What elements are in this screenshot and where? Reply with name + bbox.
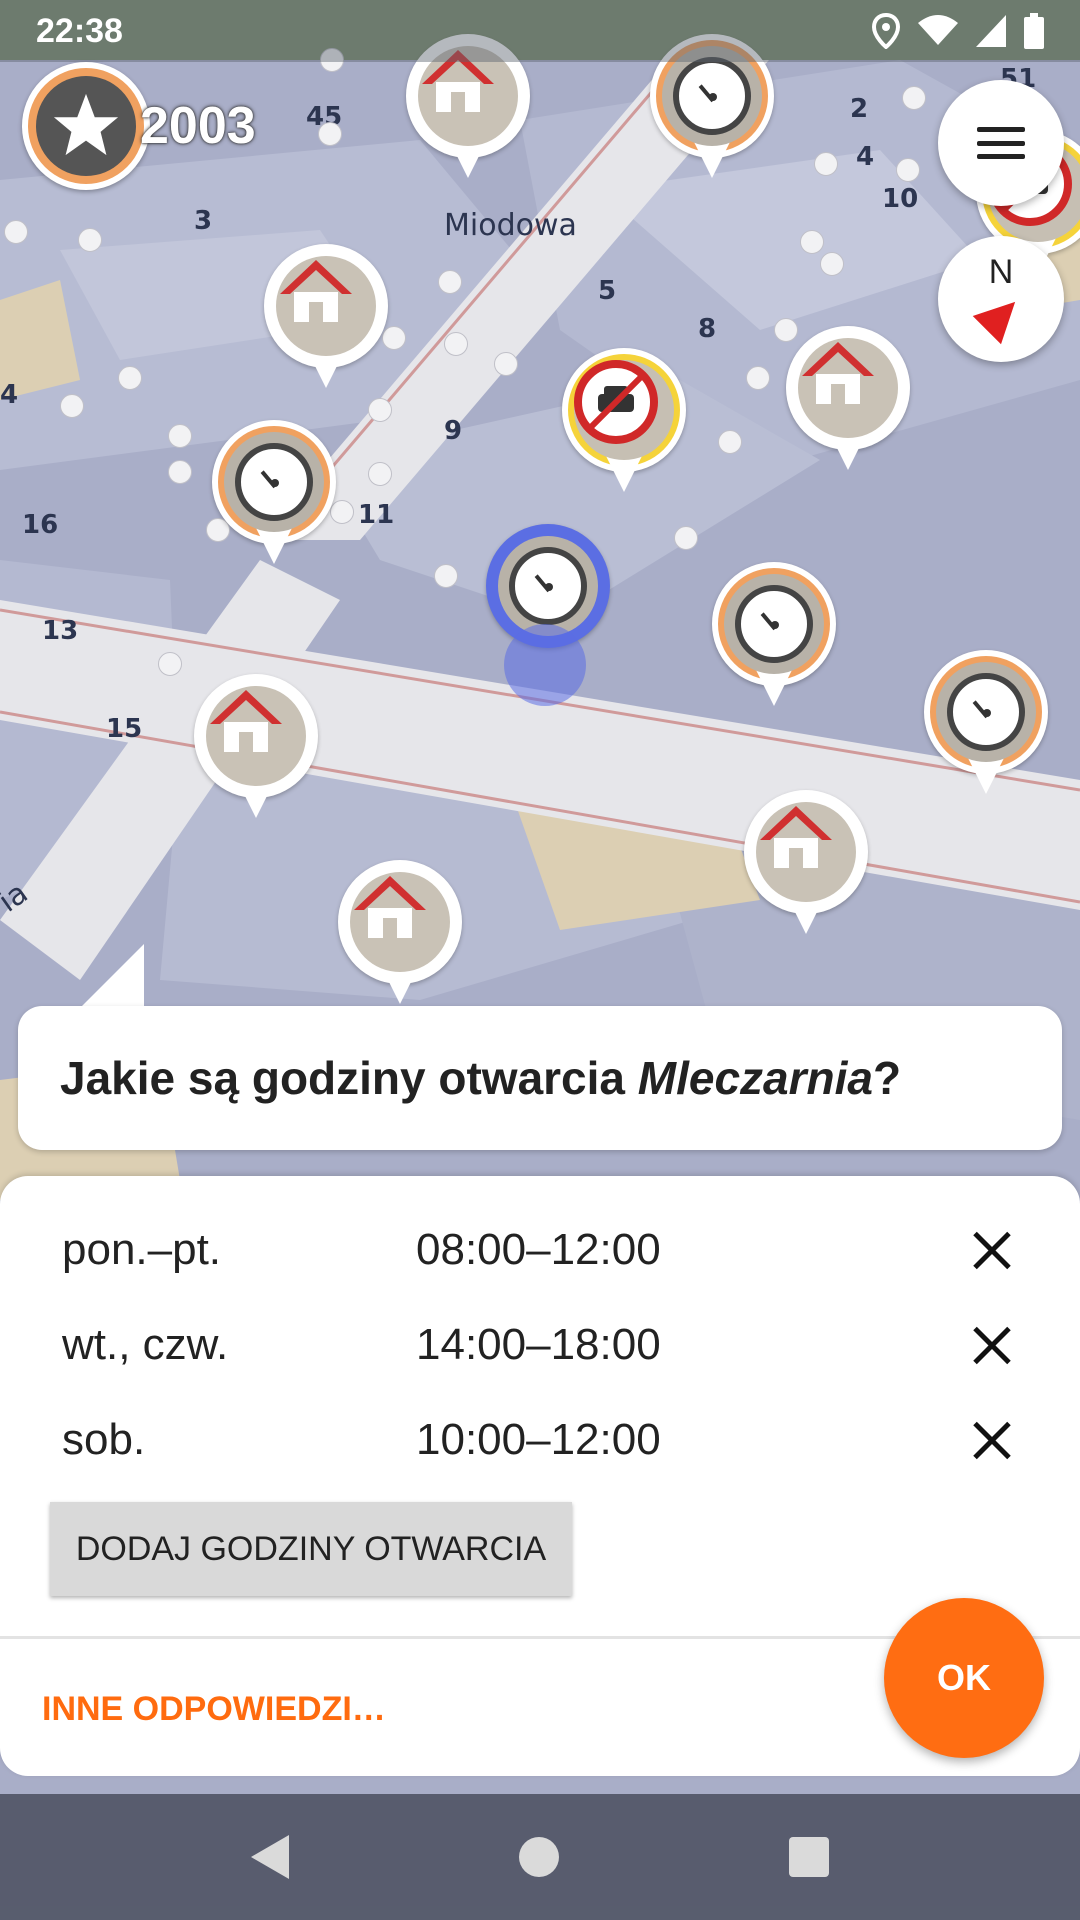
no-parking-icon	[574, 360, 658, 444]
house-number: 4	[0, 380, 19, 410]
map-node[interactable]	[4, 220, 28, 244]
map-node[interactable]	[674, 526, 698, 550]
no-parking-pin[interactable]	[562, 348, 686, 508]
map-node[interactable]	[438, 270, 462, 294]
opening-hours-pin[interactable]	[712, 562, 836, 722]
location-icon	[872, 13, 900, 49]
house-number: 3	[194, 206, 213, 236]
home-pin[interactable]	[338, 860, 462, 1020]
home-icon	[354, 876, 426, 938]
status-icons	[872, 13, 1044, 49]
question-bubble-tail	[80, 944, 144, 1008]
house-number: 9	[444, 416, 463, 446]
compass-north-label: N	[988, 252, 1014, 291]
close-icon[interactable]	[962, 1410, 1022, 1470]
map-node[interactable]	[368, 462, 392, 486]
selection-marker	[504, 624, 586, 706]
house-number: 15	[106, 714, 143, 744]
navigation-bar	[0, 1794, 1080, 1920]
compass-arrow-icon	[972, 287, 1030, 344]
hours-time[interactable]: 10:00–12:00	[416, 1415, 962, 1465]
map-node[interactable]	[60, 394, 84, 418]
clock-icon	[673, 57, 751, 135]
house-number: 13	[42, 616, 79, 646]
house-number: 16	[22, 510, 59, 540]
home-icon	[280, 260, 352, 322]
home-pin[interactable]	[744, 790, 868, 950]
menu-button[interactable]	[938, 80, 1064, 206]
wifi-icon	[918, 15, 958, 45]
house-number: 2	[850, 94, 869, 124]
map-node[interactable]	[318, 122, 342, 146]
map-node[interactable]	[746, 366, 770, 390]
clock-icon	[235, 443, 313, 521]
map-node[interactable]	[168, 460, 192, 484]
hours-time[interactable]: 14:00–18:00	[416, 1320, 962, 1370]
home-pin[interactable]	[194, 674, 318, 834]
status-bar: 22:38	[0, 0, 1080, 62]
street-label: Miodowa	[444, 208, 577, 243]
battery-icon	[1024, 13, 1044, 49]
clock-icon	[735, 585, 813, 663]
map-node[interactable]	[820, 252, 844, 276]
close-icon[interactable]	[962, 1315, 1022, 1375]
home-nav-icon[interactable]	[519, 1837, 559, 1877]
house-number: 10	[882, 184, 919, 214]
signal-icon	[976, 15, 1006, 47]
clock-icon	[947, 673, 1025, 751]
question-suffix: ?	[873, 1052, 902, 1104]
map-node[interactable]	[434, 564, 458, 588]
question-title: Jakie są godziny otwarcia Mleczarnia?	[18, 1006, 1062, 1150]
house-number: 8	[698, 314, 717, 344]
hours-days[interactable]: pon.–pt.	[62, 1225, 416, 1275]
map-node[interactable]	[800, 230, 824, 254]
map-node[interactable]	[896, 158, 920, 182]
opening-hours-pin[interactable]	[212, 420, 336, 580]
map-node[interactable]	[718, 430, 742, 454]
house-number: 4	[856, 142, 875, 172]
selected-opening-hours-pin[interactable]	[486, 524, 610, 706]
home-icon	[210, 690, 282, 752]
map-node[interactable]	[494, 352, 518, 376]
status-time: 22:38	[36, 11, 123, 50]
ok-button[interactable]: OK	[884, 1598, 1044, 1758]
compass-button[interactable]: N	[938, 236, 1064, 362]
clock-icon	[509, 547, 587, 625]
hours-time[interactable]: 08:00–12:00	[416, 1225, 962, 1275]
add-opening-hours-button[interactable]: DODAJ GODZINY OTWARCIA	[50, 1502, 572, 1596]
hours-row: sob. 10:00–12:00	[62, 1400, 1022, 1480]
map-node[interactable]	[118, 366, 142, 390]
map-node[interactable]	[158, 652, 182, 676]
answer-count[interactable]: 2003	[140, 96, 256, 156]
map-node[interactable]	[902, 86, 926, 110]
home-pin[interactable]	[786, 326, 910, 486]
close-icon[interactable]	[962, 1220, 1022, 1280]
hours-days[interactable]: sob.	[62, 1415, 416, 1465]
recents-icon[interactable]	[789, 1837, 829, 1877]
star-badge[interactable]	[22, 62, 150, 190]
hours-row: pon.–pt. 08:00–12:00	[62, 1210, 1022, 1290]
home-icon	[760, 806, 832, 868]
home-icon	[802, 342, 874, 404]
back-icon[interactable]	[251, 1835, 289, 1879]
menu-icon	[977, 127, 1025, 159]
hours-days[interactable]: wt., czw.	[62, 1320, 416, 1370]
opening-hours-pin[interactable]	[924, 650, 1048, 810]
question-place: Mleczarnia	[637, 1052, 874, 1104]
map-node[interactable]	[78, 228, 102, 252]
other-answers-link[interactable]: INNE ODPOWIEDZI…	[42, 1690, 386, 1729]
hours-row: wt., czw. 14:00–18:00	[62, 1305, 1022, 1385]
map-node[interactable]	[444, 332, 468, 356]
map-node[interactable]	[814, 152, 838, 176]
question-prefix: Jakie są godziny otwarcia	[60, 1052, 638, 1104]
map-node[interactable]	[168, 424, 192, 448]
home-pin[interactable]	[264, 244, 388, 404]
house-number: 11	[358, 500, 395, 530]
star-icon	[53, 93, 119, 156]
house-number: 5	[598, 276, 617, 306]
